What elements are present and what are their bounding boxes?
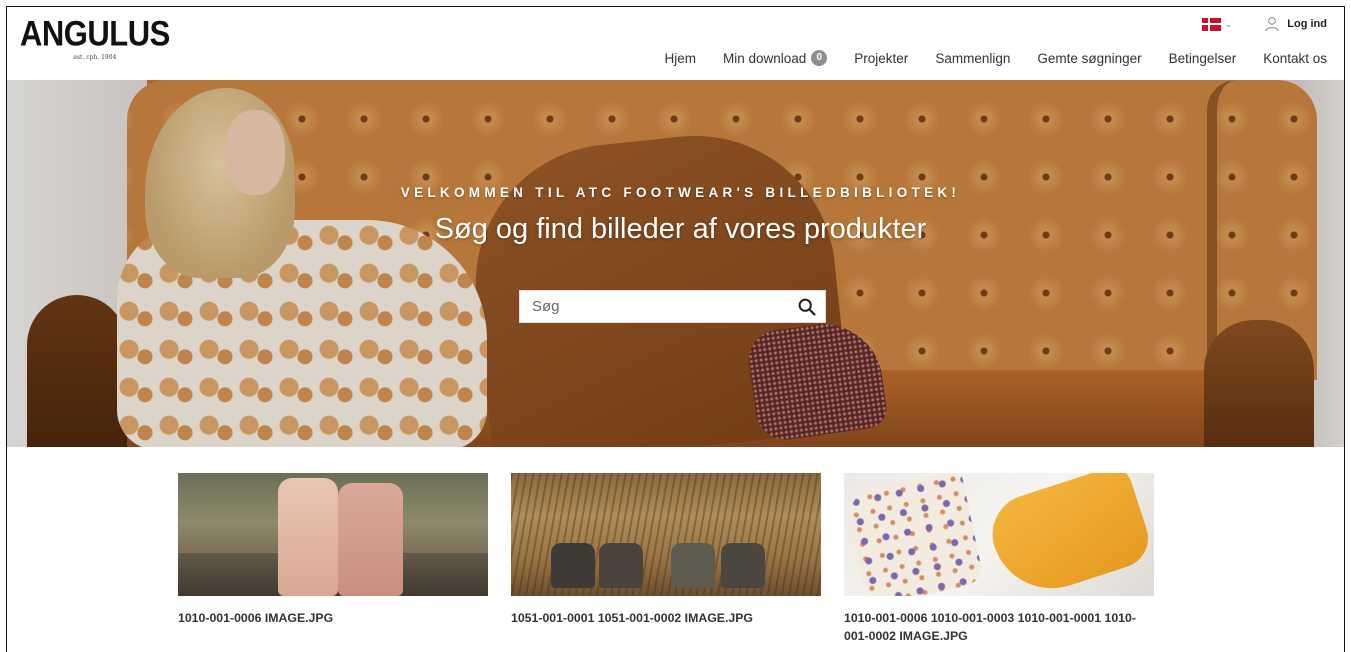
thumbnail-detail	[844, 473, 985, 596]
nav-item-label: Min download	[722, 50, 807, 66]
site-header: ANGULUS est. cph. 1904 ⌄ Log ind Hjem Mi…	[7, 7, 1344, 80]
image-card[interactable]: 1010-001-0006 1010-001-0003 1010-001-000…	[844, 473, 1154, 645]
nav-item-label: Gemte søgninger	[1037, 50, 1142, 66]
brand-logo[interactable]: ANGULUS est. cph. 1904	[20, 13, 170, 61]
login-link[interactable]: Log ind	[1264, 16, 1327, 32]
card-thumbnail[interactable]	[511, 473, 821, 596]
page-frame: ANGULUS est. cph. 1904 ⌄ Log ind Hjem Mi…	[6, 6, 1345, 652]
search-input[interactable]	[520, 291, 789, 322]
nav-item-my-download[interactable]: Min download 0	[722, 50, 828, 66]
download-count-badge: 0	[811, 50, 828, 66]
thumbnail-detail	[551, 543, 595, 588]
hero-title-text: Søg og find billeder af vores produkter	[434, 213, 927, 245]
hero-kicker: VELKOMMEN TIL ATC FOOTWEAR'S BILLEDBIBLI…	[7, 185, 1344, 200]
brand-tagline: est. cph. 1904	[73, 54, 117, 61]
nav-item-label: Sammenlign	[935, 50, 1011, 66]
image-card[interactable]: 1051-001-0001 1051-001-0002 IMAGE.JPG	[511, 473, 821, 645]
nav-item-contact[interactable]: Kontakt os	[1263, 51, 1327, 66]
nav-item-label: Hjem	[664, 50, 696, 66]
nav-item-label: Projekter	[854, 50, 909, 66]
search-icon	[798, 298, 816, 316]
card-title[interactable]: 1010-001-0006 IMAGE.JPG	[178, 609, 488, 627]
hero-title: Søg og find billeder af vores produkter	[7, 213, 1344, 246]
top-utility-bar: ⌄ Log ind	[1201, 16, 1327, 32]
user-icon	[1265, 17, 1279, 32]
thumbnail-detail	[278, 478, 338, 596]
brand-name: ANGULUS	[20, 13, 170, 54]
hero-overlay	[7, 80, 1344, 447]
card-thumbnail[interactable]	[844, 473, 1154, 596]
nav-item-home[interactable]: Hjem	[664, 51, 696, 66]
login-label: Log ind	[1287, 18, 1327, 30]
image-card[interactable]: 1010-001-0006 IMAGE.JPG	[178, 473, 488, 645]
nav-item-label: Kontakt os	[1263, 50, 1327, 66]
hero-banner: VELKOMMEN TIL ATC FOOTWEAR'S BILLEDBIBLI…	[7, 80, 1344, 447]
nav-item-label: Betingelser	[1168, 50, 1237, 66]
nav-item-projects[interactable]: Projekter	[854, 51, 908, 66]
hero-kicker-text: VELKOMMEN TIL ATC FOOTWEAR'S BILLEDBIBLI…	[400, 185, 961, 200]
chevron-down-icon: ⌄	[1224, 18, 1233, 29]
thumbnail-detail	[671, 543, 715, 588]
thumbnail-detail	[982, 473, 1154, 596]
card-thumbnail[interactable]	[178, 473, 488, 596]
thumbnail-detail	[599, 543, 643, 588]
nav-item-compare[interactable]: Sammenlign	[935, 51, 1010, 66]
thumbnail-detail	[338, 483, 403, 596]
thumbnail-detail	[721, 543, 765, 588]
card-title[interactable]: 1010-001-0006 1010-001-0003 1010-001-000…	[844, 609, 1154, 645]
main-nav: Hjem Min download 0 Projekter Sammenlign …	[664, 50, 1327, 66]
language-selector[interactable]: ⌄	[1201, 17, 1233, 31]
search-button[interactable]	[789, 291, 825, 322]
image-card-grid: 1010-001-0006 IMAGE.JPG 1051-001-0001 10…	[178, 473, 1154, 645]
nav-item-saved-searches[interactable]: Gemte søgninger	[1037, 51, 1141, 66]
card-title[interactable]: 1051-001-0001 1051-001-0002 IMAGE.JPG	[511, 609, 821, 627]
danish-flag-icon	[1201, 17, 1221, 31]
nav-item-terms[interactable]: Betingelser	[1169, 51, 1237, 66]
search-bar	[519, 290, 826, 323]
